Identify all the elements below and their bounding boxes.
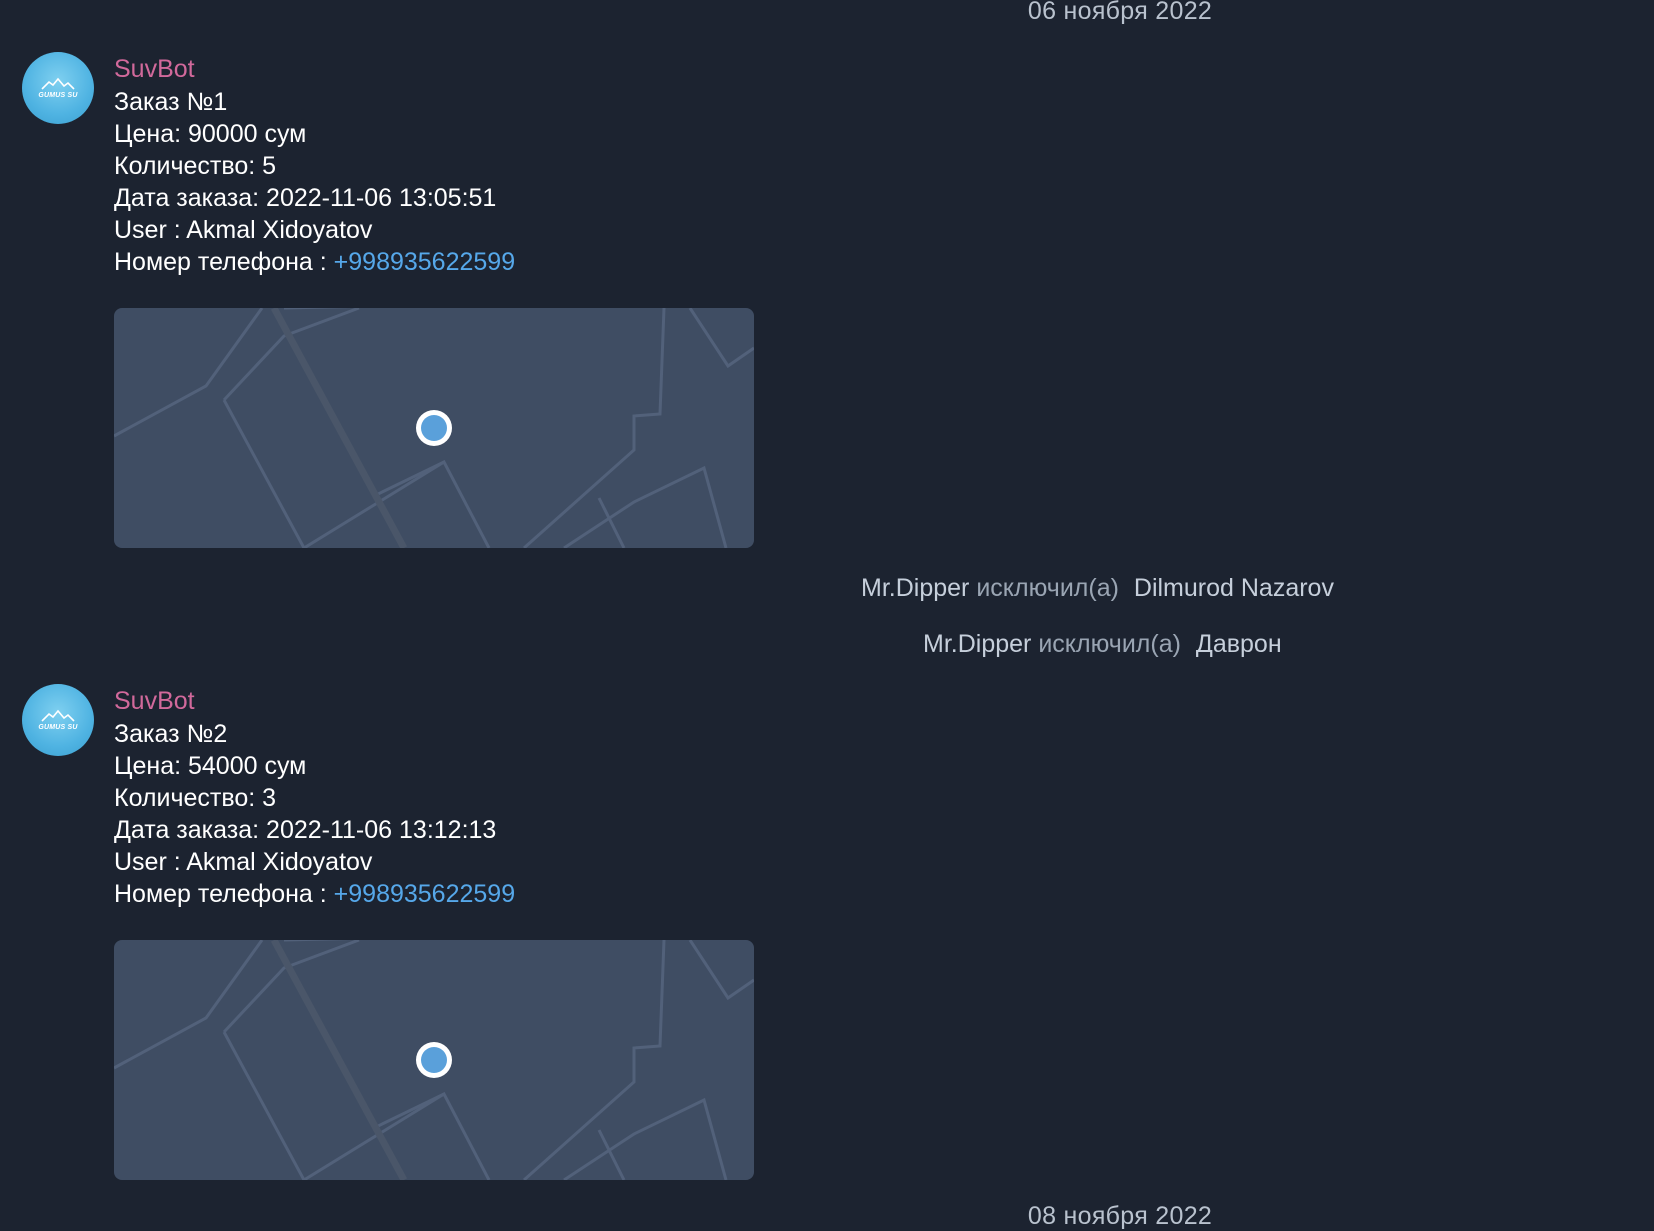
sender-name[interactable]: SuvBot bbox=[114, 52, 515, 86]
service-actor[interactable]: Mr.Dipper bbox=[923, 630, 1031, 658]
service-target[interactable]: Dilmurod Nazarov bbox=[1134, 574, 1334, 602]
avatar-logo-text: GUMUS SU bbox=[38, 92, 78, 99]
sender-name[interactable]: SuvBot bbox=[114, 684, 515, 718]
order-number: Заказ №2 bbox=[114, 720, 228, 748]
service-message: Mr.Dipper исключил(а) Даврон bbox=[923, 630, 1282, 659]
date-separator: 06 ноября 2022 bbox=[1027, 0, 1213, 25]
location-map[interactable] bbox=[114, 308, 754, 548]
service-action: исключил(а) bbox=[976, 574, 1119, 602]
order-phone-row: Номер телефона : +998935622599 bbox=[114, 878, 515, 910]
order-date: Дата заказа: 2022-11-06 13:12:13 bbox=[114, 816, 497, 844]
service-actor[interactable]: Mr.Dipper bbox=[861, 574, 969, 602]
order-price: Цена: 90000 сум bbox=[114, 120, 307, 148]
mountain-icon bbox=[41, 709, 75, 722]
order-quantity: Количество: 5 bbox=[114, 152, 277, 180]
avatar-logo-text: GUMUS SU bbox=[38, 724, 78, 731]
order-quantity: Количество: 3 bbox=[114, 784, 277, 812]
avatar[interactable]: GUMUS SU bbox=[22, 52, 94, 124]
location-map[interactable] bbox=[114, 940, 754, 1180]
mountain-icon bbox=[41, 77, 75, 90]
phone-link[interactable]: +998935622599 bbox=[334, 880, 515, 908]
order-phone-row: Номер телефона : +998935622599 bbox=[114, 246, 515, 278]
phone-label: Номер телефона : bbox=[114, 880, 334, 908]
order-price: Цена: 54000 сум bbox=[114, 752, 307, 780]
order-user: User : Akmal Xidoyatov bbox=[114, 216, 373, 244]
service-target[interactable]: Даврон bbox=[1196, 630, 1282, 658]
service-action: исключил(а) bbox=[1038, 630, 1181, 658]
map-graphic bbox=[114, 940, 754, 1180]
avatar[interactable]: GUMUS SU bbox=[22, 684, 94, 756]
date-separator: 08 ноября 2022 bbox=[1027, 1202, 1213, 1230]
phone-link[interactable]: +998935622599 bbox=[334, 248, 515, 276]
order-user: User : Akmal Xidoyatov bbox=[114, 848, 373, 876]
order-number: Заказ №1 bbox=[114, 88, 228, 116]
phone-label: Номер телефона : bbox=[114, 248, 334, 276]
service-message: Mr.Dipper исключил(а) Dilmurod Nazarov bbox=[861, 574, 1334, 603]
order-date: Дата заказа: 2022-11-06 13:05:51 bbox=[114, 184, 497, 212]
map-graphic bbox=[114, 308, 754, 548]
